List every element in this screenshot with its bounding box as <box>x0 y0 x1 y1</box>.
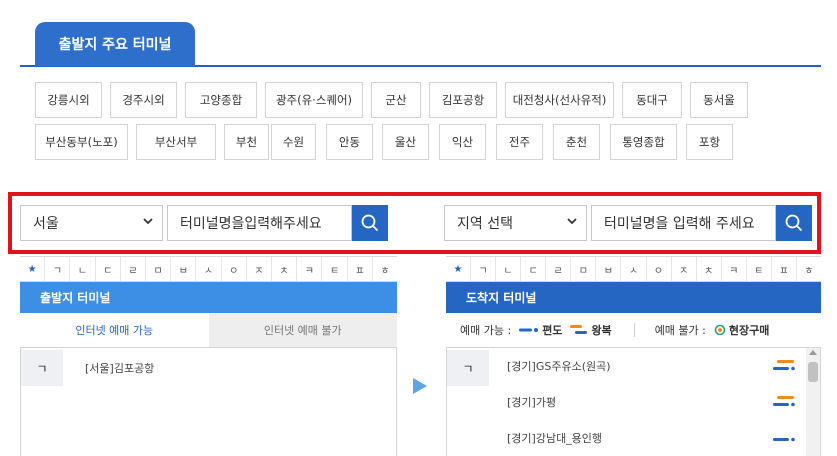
search-icon <box>361 214 379 232</box>
consonant-filter[interactable]: ㅍ <box>346 257 372 281</box>
initial-label: ㄱ <box>21 350 63 386</box>
departure-region-select[interactable]: 서울 <box>20 205 163 241</box>
departure-search-button[interactable] <box>352 205 388 241</box>
terminal-chip[interactable]: 안동 <box>326 124 373 160</box>
chevron-down-icon <box>142 215 154 230</box>
arrival-terminal-item[interactable]: [경기]가평 <box>507 394 556 410</box>
roundtrip-route-icon <box>773 396 795 407</box>
legend-oneway: 편도 <box>542 324 563 337</box>
arrival-search-button[interactable] <box>776 205 812 241</box>
favorites-star-icon[interactable]: ★ <box>446 257 470 281</box>
terminal-chip[interactable]: 춘천 <box>553 124 600 160</box>
scrollbar-thumb[interactable] <box>808 362 818 382</box>
departure-consonant-index: ★ ㄱ ㄴ ㄷ ㄹ ㅁ ㅂ ㅅ ㅇ ㅈ ㅊ ㅋ ㅌ ㅍ ㅎ <box>20 256 397 282</box>
consonant-filter[interactable]: ㅂ <box>170 257 195 281</box>
terminal-chip[interactable]: 김포공항 <box>429 82 497 118</box>
terminal-chip[interactable]: 포항 <box>686 124 733 160</box>
departure-terminal-input[interactable]: 터미널명을입력해주세요 <box>167 205 352 241</box>
terminal-chip[interactable]: 익산 <box>439 124 486 160</box>
consonant-filter[interactable]: ㄹ <box>545 257 570 281</box>
consonant-filter[interactable]: ㄹ <box>119 257 145 281</box>
consonant-filter[interactable]: ㅊ <box>271 257 296 281</box>
legend-available-label: 예매 가능 : <box>460 324 512 337</box>
tab-online-booking[interactable]: 인터넷 예매 가능 <box>20 313 209 347</box>
arrival-terminal-item[interactable]: [경기]GS주유소(원곡) <box>507 358 611 374</box>
scrollbar-track[interactable] <box>806 348 820 456</box>
consonant-filter[interactable]: ㅈ <box>670 257 696 281</box>
consonant-filter[interactable]: ㄴ <box>495 257 520 281</box>
consonant-filter[interactable]: ㅁ <box>145 257 170 281</box>
consonant-filter[interactable]: ㅌ <box>745 257 771 281</box>
consonant-filter[interactable]: ㅁ <box>570 257 595 281</box>
legend-round: 왕복 <box>591 324 612 337</box>
consonant-filter[interactable]: ㅎ <box>795 257 821 281</box>
arrival-terminal-list: ㄱ [경기]GS주유소(원곡) [경기]가평 [경기]강남대_용인행 <box>446 348 821 456</box>
roundtrip-route-icon <box>570 325 588 334</box>
terminal-chip[interactable]: 경주시외 <box>110 82 177 118</box>
consonant-filter[interactable]: ㅂ <box>595 257 620 281</box>
consonant-filter[interactable]: ㅋ <box>720 257 746 281</box>
search-icon <box>785 214 803 232</box>
consonant-filter[interactable]: ㅇ <box>220 257 246 281</box>
consonant-filter[interactable]: ㄴ <box>69 257 94 281</box>
consonant-filter[interactable]: ㅎ <box>371 257 397 281</box>
terminal-chip[interactable]: 강릉시외 <box>35 82 102 118</box>
consonant-filter[interactable]: ㄱ <box>470 257 495 281</box>
legend-onsite: 현장구매 <box>728 324 770 337</box>
roundtrip-route-icon <box>773 360 795 371</box>
arrival-consonant-index: ★ ㄱ ㄴ ㄷ ㄹ ㅁ ㅂ ㅅ ㅇ ㅈ ㅊ ㅋ ㅌ ㅍ ㅎ <box>446 256 821 282</box>
terminal-chip[interactable]: 광주(유·스퀘어) <box>265 82 363 118</box>
terminal-chip[interactable]: 군산 <box>371 82 421 118</box>
consonant-filter[interactable]: ㅇ <box>645 257 671 281</box>
arrival-terminal-item[interactable]: [경기]강남대_용인행 <box>507 430 602 446</box>
consonant-filter[interactable]: ㄷ <box>520 257 545 281</box>
consonant-filter[interactable]: ㅌ <box>321 257 346 281</box>
consonant-filter[interactable]: ㅅ <box>195 257 220 281</box>
departure-region-value: 서울 <box>33 216 59 232</box>
consonant-filter[interactable]: ㅅ <box>620 257 645 281</box>
consonant-filter[interactable]: ㄱ <box>44 257 69 281</box>
major-terminals-tab[interactable]: 출발지 주요 터미널 <box>35 22 195 66</box>
consonant-filter[interactable]: ㅍ <box>770 257 796 281</box>
consonant-filter[interactable]: ㅈ <box>245 257 271 281</box>
arrival-region-select[interactable]: 지역 선택 <box>444 205 587 241</box>
terminal-chip[interactable]: 동대구 <box>622 82 682 118</box>
scroll-up-icon[interactable] <box>809 350 817 355</box>
booking-legend: 예매 가능 : 편도 왕복 예매 불가 : 현장구매 <box>446 313 821 348</box>
terminal-chip[interactable]: 울산 <box>382 124 429 160</box>
consonant-filter[interactable]: ㄷ <box>94 257 120 281</box>
arrival-terminal-input[interactable]: 터미널명을 입력해 주세요 <box>591 205 776 241</box>
arrival-region-value: 지역 선택 <box>457 216 513 232</box>
terminal-chip[interactable]: 동서울 <box>690 82 748 118</box>
consonant-filter[interactable]: ㅊ <box>695 257 721 281</box>
terminal-chip[interactable]: 수원 <box>271 124 316 160</box>
arrival-panel-title: 도착지 터미널 <box>446 282 821 313</box>
departure-panel-title: 출발지 터미널 <box>20 282 397 313</box>
terminal-tab-bar: 출발지 주요 터미널 <box>20 22 821 67</box>
tab-offline-booking[interactable]: 인터넷 예매 불가 <box>208 313 397 347</box>
departure-booking-tabs: 인터넷 예매 가능 인터넷 예매 불가 <box>20 313 397 348</box>
terminal-chip[interactable]: 통영종합 <box>610 124 677 160</box>
onsite-purchase-icon <box>714 324 726 336</box>
terminal-chip[interactable]: 부산서부 <box>136 124 216 160</box>
terminal-chip[interactable]: 전주 <box>496 124 543 160</box>
favorites-star-icon[interactable]: ★ <box>20 257 44 281</box>
departure-terminal-item[interactable]: [서울]김포공항 <box>85 360 154 376</box>
terminal-chip[interactable]: 고양종합 <box>185 82 257 118</box>
initial-label: ㄱ <box>447 350 489 386</box>
terminal-chip[interactable]: 부산동부(노포) <box>35 124 128 160</box>
consonant-filter[interactable]: ㅋ <box>296 257 321 281</box>
terminal-chip[interactable]: 부천 <box>224 124 269 160</box>
legend-unavailable-label: 예매 불가 : <box>654 324 706 337</box>
terminal-chip[interactable]: 대전청사(선사유적) <box>505 82 614 118</box>
arrow-right-icon <box>413 378 427 394</box>
oneway-route-icon <box>773 437 795 442</box>
legend-divider <box>633 323 635 337</box>
departure-terminal-list: ㄱ [서울]김포공항 <box>20 348 397 456</box>
oneway-route-icon <box>519 328 539 332</box>
chevron-down-icon <box>566 215 578 230</box>
